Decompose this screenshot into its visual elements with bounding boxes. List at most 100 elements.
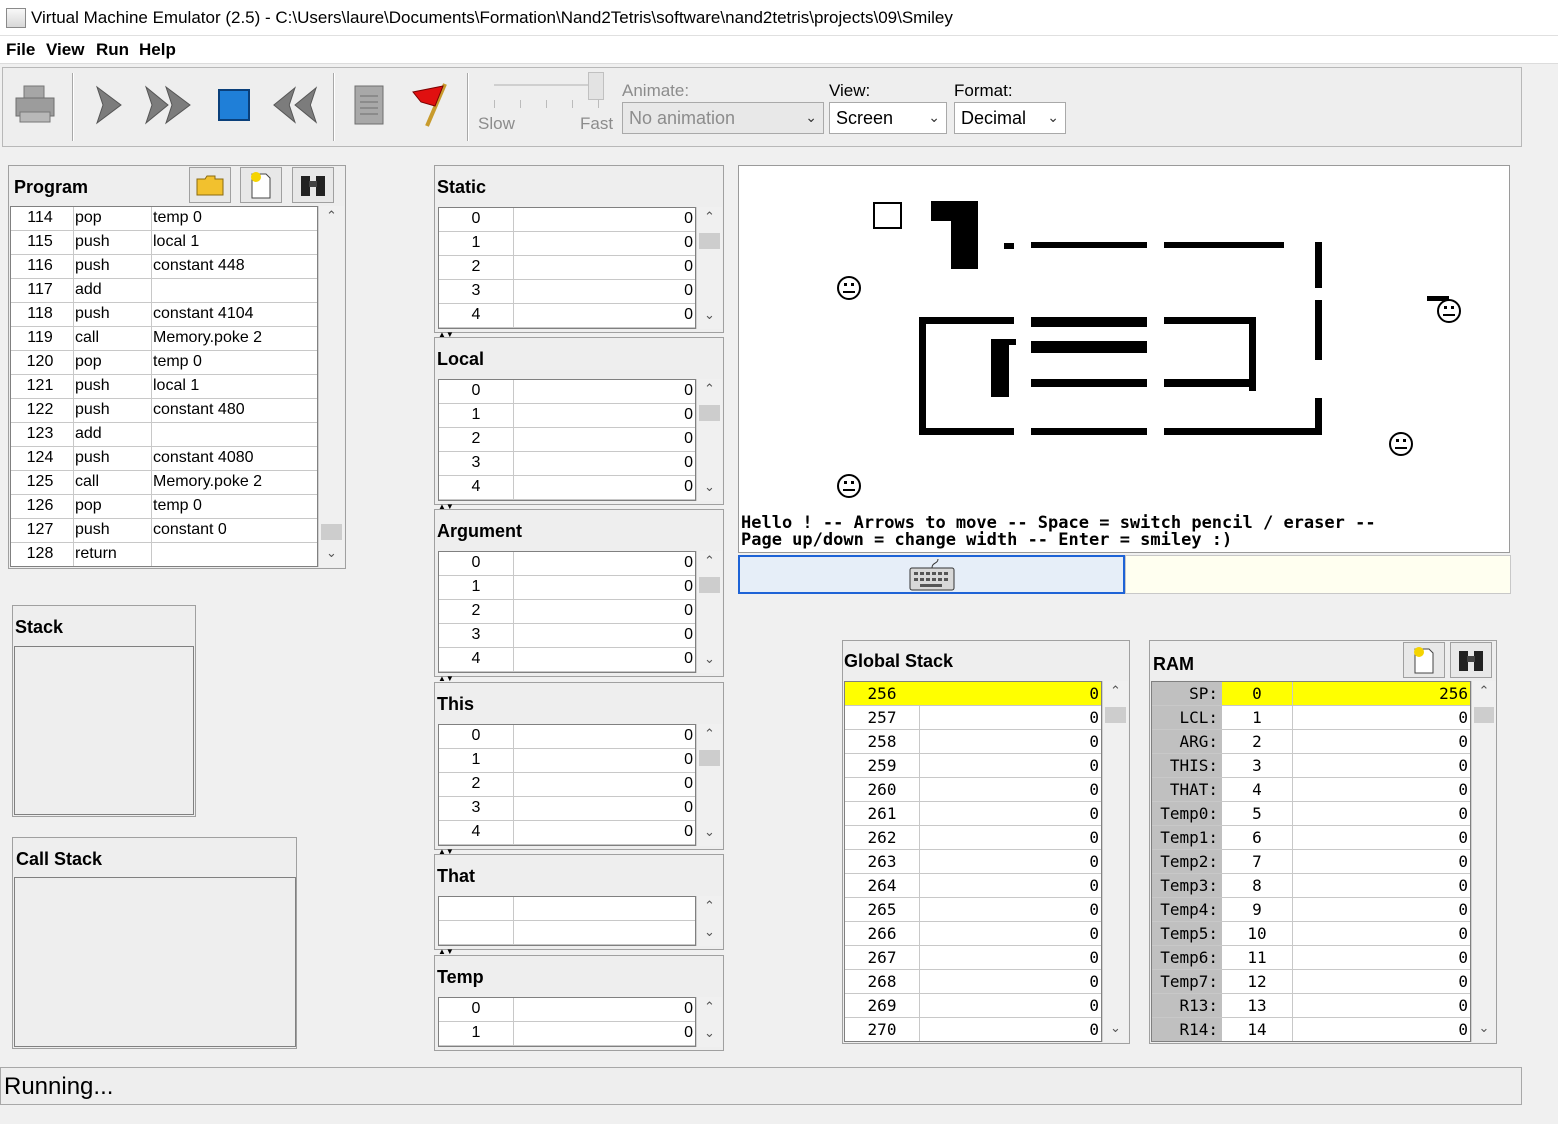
- segment-row[interactable]: 00: [439, 725, 695, 749]
- segment-row[interactable]: 10: [439, 749, 695, 773]
- global-stack-row[interactable]: 262 0: [845, 826, 1101, 850]
- this-segment-scrollbar[interactable]: ⌃ ⌄: [696, 724, 722, 846]
- menu-run[interactable]: Run: [96, 40, 129, 60]
- breakpoints-button[interactable]: [404, 78, 454, 132]
- program-row[interactable]: 125 call Memory.poke 2: [11, 471, 317, 495]
- program-row[interactable]: 122 push constant 480: [11, 399, 317, 423]
- ram-row[interactable]: Temp2: 7 0: [1152, 850, 1470, 874]
- keyboard-input-field[interactable]: [1125, 555, 1511, 594]
- ram-scrollbar[interactable]: ⌃ ⌄: [1471, 681, 1496, 1042]
- program-row[interactable]: 118 push constant 4104: [11, 303, 317, 327]
- stop-button[interactable]: [209, 78, 259, 132]
- load-program-button[interactable]: [10, 78, 60, 132]
- ram-row[interactable]: Temp7: 12 0: [1152, 970, 1470, 994]
- global-stack-row[interactable]: 259 0: [845, 754, 1101, 778]
- view-select[interactable]: Screen ⌄: [829, 102, 947, 134]
- segment-row[interactable]: [439, 897, 695, 921]
- program-row[interactable]: 119 call Memory.poke 2: [11, 327, 317, 351]
- local-segment-scrollbar[interactable]: ⌃ ⌄: [696, 379, 722, 501]
- ram-row[interactable]: THAT: 4 0: [1152, 778, 1470, 802]
- splitter-arrows[interactable]: ▲▼: [438, 674, 464, 683]
- global-stack-row[interactable]: 256 0: [845, 682, 1101, 706]
- segment-row[interactable]: [439, 921, 695, 945]
- segment-row[interactable]: 10: [439, 576, 695, 600]
- segment-row[interactable]: 00: [439, 552, 695, 576]
- segment-row[interactable]: 00: [439, 208, 695, 232]
- animate-select[interactable]: No animation ⌄: [622, 102, 824, 134]
- global-stack-row[interactable]: 268 0: [845, 970, 1101, 994]
- segment-row[interactable]: 40: [439, 821, 695, 845]
- static-segment-scrollbar[interactable]: ⌃ ⌄: [696, 207, 722, 329]
- single-step-button[interactable]: [84, 78, 134, 132]
- ram-row[interactable]: SP: 0 256: [1152, 682, 1470, 706]
- ram-row[interactable]: LCL: 1 0: [1152, 706, 1470, 730]
- segment-row[interactable]: 20: [439, 256, 695, 280]
- segment-row[interactable]: 00: [439, 998, 695, 1022]
- splitter-arrows[interactable]: ▲▼: [438, 947, 464, 956]
- clear-ram-button[interactable]: [1403, 642, 1445, 678]
- menu-file[interactable]: File: [6, 40, 35, 60]
- program-row[interactable]: 120 pop temp 0: [11, 351, 317, 375]
- segment-row[interactable]: 30: [439, 624, 695, 648]
- ram-row[interactable]: Temp0: 5 0: [1152, 802, 1470, 826]
- keyboard-focus-button[interactable]: [738, 555, 1125, 594]
- search-program-button[interactable]: [292, 167, 334, 203]
- menu-help[interactable]: Help: [139, 40, 176, 60]
- global-stack-row[interactable]: 260 0: [845, 778, 1101, 802]
- segment-row[interactable]: 30: [439, 452, 695, 476]
- global-stack-row[interactable]: 270 0: [845, 1018, 1101, 1041]
- program-row[interactable]: 116 push constant 448: [11, 255, 317, 279]
- global-stack-row[interactable]: 261 0: [845, 802, 1101, 826]
- global-stack-row[interactable]: 266 0: [845, 922, 1101, 946]
- global-stack-row[interactable]: 269 0: [845, 994, 1101, 1018]
- program-row[interactable]: 123 add: [11, 423, 317, 447]
- ram-row[interactable]: R13: 13 0: [1152, 994, 1470, 1018]
- segment-row[interactable]: 20: [439, 600, 695, 624]
- format-select[interactable]: Decimal ⌄: [954, 102, 1066, 134]
- program-row[interactable]: 117 add: [11, 279, 317, 303]
- menu-view[interactable]: View: [46, 40, 84, 60]
- temp-segment-scrollbar[interactable]: ⌃ ⌄: [696, 997, 722, 1047]
- segment-row[interactable]: 30: [439, 280, 695, 304]
- speed-slider-thumb[interactable]: [588, 72, 604, 100]
- program-row[interactable]: 115 push local 1: [11, 231, 317, 255]
- clear-program-button[interactable]: [240, 167, 282, 203]
- program-row[interactable]: 124 push constant 4080: [11, 447, 317, 471]
- ram-row[interactable]: THIS: 3 0: [1152, 754, 1470, 778]
- segment-row[interactable]: 00: [439, 380, 695, 404]
- program-row[interactable]: 114 pop temp 0: [11, 207, 317, 231]
- ram-row[interactable]: R14: 14 0: [1152, 1018, 1470, 1041]
- search-ram-button[interactable]: [1450, 642, 1492, 678]
- segment-row[interactable]: 40: [439, 476, 695, 500]
- segment-row[interactable]: 10: [439, 1022, 695, 1046]
- ram-row[interactable]: Temp4: 9 0: [1152, 898, 1470, 922]
- segment-row[interactable]: 10: [439, 404, 695, 428]
- program-scrollbar[interactable]: ⌃ ⌄: [318, 206, 344, 567]
- ram-row[interactable]: Temp3: 8 0: [1152, 874, 1470, 898]
- global-stack-row[interactable]: 264 0: [845, 874, 1101, 898]
- segment-row[interactable]: 40: [439, 648, 695, 672]
- global-stack-row[interactable]: 263 0: [845, 850, 1101, 874]
- segment-row[interactable]: 30: [439, 797, 695, 821]
- global-stack-row[interactable]: 258 0: [845, 730, 1101, 754]
- script-button[interactable]: [344, 78, 394, 132]
- that-segment-scrollbar[interactable]: ⌃ ⌄: [696, 896, 722, 946]
- run-button[interactable]: [144, 78, 194, 132]
- global-stack-row[interactable]: 257 0: [845, 706, 1101, 730]
- reset-button[interactable]: [270, 78, 320, 132]
- segment-row[interactable]: 40: [439, 304, 695, 328]
- ram-row[interactable]: Temp6: 11 0: [1152, 946, 1470, 970]
- ram-row[interactable]: Temp1: 6 0: [1152, 826, 1470, 850]
- program-row[interactable]: 128 return: [11, 543, 317, 566]
- segment-row[interactable]: 20: [439, 428, 695, 452]
- program-row[interactable]: 121 push local 1: [11, 375, 317, 399]
- segment-row[interactable]: 10: [439, 232, 695, 256]
- argument-segment-scrollbar[interactable]: ⌃ ⌄: [696, 551, 722, 673]
- ram-row[interactable]: ARG: 2 0: [1152, 730, 1470, 754]
- global-stack-row[interactable]: 267 0: [845, 946, 1101, 970]
- global-stack-row[interactable]: 265 0: [845, 898, 1101, 922]
- segment-row[interactable]: 20: [439, 773, 695, 797]
- global-stack-scrollbar[interactable]: ⌃ ⌄: [1102, 681, 1128, 1042]
- program-row[interactable]: 127 push constant 0: [11, 519, 317, 543]
- ram-row[interactable]: Temp5: 10 0: [1152, 922, 1470, 946]
